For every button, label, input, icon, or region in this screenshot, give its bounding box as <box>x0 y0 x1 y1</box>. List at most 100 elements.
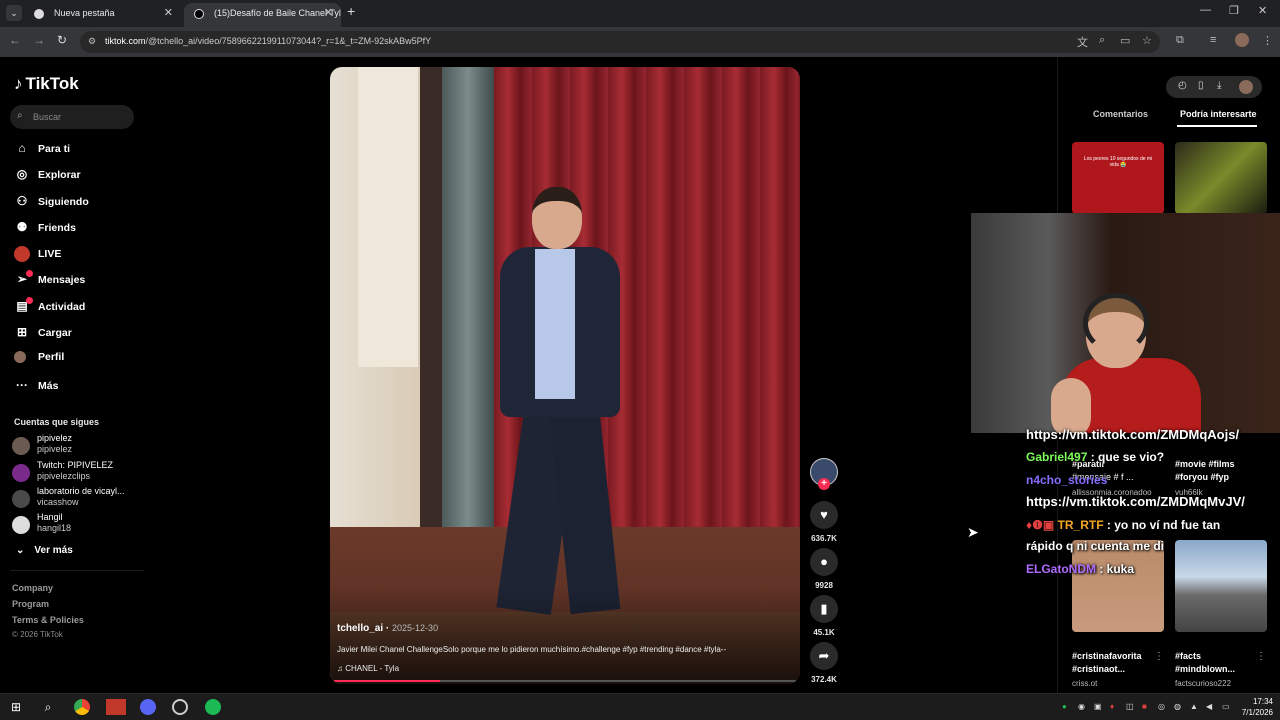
close-window-icon[interactable]: ✕ <box>1258 4 1267 17</box>
system-clock[interactable]: 17:34 7/1/2026 <box>1235 696 1273 718</box>
following-account[interactable]: Twitch: PIPIVELEZ pipivelezclips <box>12 460 152 486</box>
following-section-title: Cuentas que sigues <box>14 417 100 427</box>
app-icon[interactable] <box>106 699 126 715</box>
tab-comentarios[interactable]: Comentarios <box>1093 109 1148 119</box>
sidebar-item-cargar[interactable]: ⊞ Cargar <box>14 325 72 345</box>
avatar <box>12 464 30 482</box>
suggested-video-thumbnail[interactable] <box>1175 142 1267 214</box>
suggested-caption[interactable]: #movie #films <box>1175 458 1235 471</box>
tray-icon[interactable]: ◍ <box>1174 702 1181 711</box>
chrome-icon <box>34 9 44 19</box>
following-account[interactable]: pipivelez pipivelez <box>12 433 152 459</box>
close-tab-icon[interactable]: ✕ <box>324 3 333 24</box>
close-tab-icon[interactable]: ✕ <box>164 3 173 24</box>
phone-icon[interactable]: ▯ <box>1198 80 1204 91</box>
download-icon[interactable]: ⤓ <box>1217 80 1221 91</box>
sidebar-item-siguiendo[interactable]: ⚇ Siguiendo <box>14 194 89 214</box>
address-bar[interactable]: ⚙ tiktok.com/@tchello_ai/video/758966221… <box>80 31 1160 53</box>
speed-icon[interactable]: ◴ <box>1178 80 1187 91</box>
minimize-icon[interactable]: — <box>1200 4 1211 16</box>
more-options-icon[interactable]: ⋮ <box>1256 651 1266 662</box>
save-button[interactable]: ▮ <box>810 595 838 623</box>
tray-icon[interactable]: ▲ <box>1190 702 1198 711</box>
suggested-video-thumbnail[interactable]: Los peores 10 segundos de mi vida 😭 <box>1072 142 1164 214</box>
like-button[interactable]: ♥ <box>810 501 838 529</box>
extensions-icon[interactable]: ⧉ <box>1176 34 1184 47</box>
more-options-icon[interactable]: ⋮ <box>1154 651 1164 662</box>
chat-message: Gabriel497 : que se vio? <box>1026 450 1165 464</box>
restore-icon[interactable]: ❐ <box>1229 4 1239 17</box>
following-account[interactable]: Hangil hangil18 <box>12 512 152 538</box>
browser-tab-strip: ⌄ Nueva pestaña ✕ (15)Desafío de Baile C… <box>0 0 1280 27</box>
comment-button[interactable]: ● <box>810 548 838 576</box>
chrome-menu-icon[interactable]: ⋮ <box>1262 34 1273 47</box>
suggested-caption[interactable]: #foryou #fyp <box>1175 471 1229 484</box>
search-icon[interactable]: ⌕ <box>40 699 56 715</box>
share-button[interactable]: ➦ <box>810 642 838 670</box>
sidebar-item-friends[interactable]: ⚉ Friends <box>14 220 76 240</box>
forward-icon[interactable]: → <box>33 33 45 47</box>
player-tools: ◴ ▯ ⤓ <box>1166 76 1262 98</box>
translate-icon[interactable]: 文 <box>1077 34 1088 50</box>
video-player[interactable]: tchello_ai · 2025-12-30 Javier Milei Cha… <box>330 67 800 684</box>
site-info-icon[interactable]: ⚙ <box>88 36 96 47</box>
tray-icon[interactable]: ◫ <box>1126 702 1134 711</box>
tray-mic-icon[interactable]: ♦ <box>1110 702 1114 711</box>
reload-icon[interactable]: ↻ <box>57 33 67 47</box>
browser-tab-tiktok[interactable]: (15)Desafío de Baile Chanel Tyla ✕ <box>184 3 341 27</box>
video-progress-bar[interactable] <box>334 680 796 682</box>
spotify-icon[interactable] <box>205 699 221 715</box>
sidebar-item-live[interactable]: LIVE <box>14 246 61 266</box>
bookmark-star-icon[interactable]: ☆ <box>1142 34 1152 47</box>
sidebar-item-para-ti[interactable]: ⌂ Para ti <box>14 141 70 161</box>
tiktok-logo[interactable]: ♪ TikTok <box>14 74 79 94</box>
media-control-icon[interactable]: ≡ <box>1210 34 1216 46</box>
sidebar-item-explorar[interactable]: ◎ Explorar <box>14 167 81 187</box>
footer-link-terms[interactable]: Terms & Policies <box>12 615 84 625</box>
tab-podria-interesarte[interactable]: Podría interesarte <box>1180 109 1257 119</box>
suggested-video-thumbnail[interactable] <box>1175 540 1267 632</box>
zoom-icon[interactable]: ⌕ <box>1099 34 1105 47</box>
suggested-author[interactable]: factscurioso222 <box>1175 679 1231 688</box>
avatar[interactable] <box>1239 80 1253 94</box>
sidebar-item-perfil[interactable]: Perfil <box>14 351 64 371</box>
obs-icon[interactable] <box>172 699 188 715</box>
new-tab-button[interactable]: + <box>347 3 355 19</box>
save-count: 45.1K <box>813 628 835 637</box>
network-icon[interactable]: ▭ <box>1222 702 1230 711</box>
tab-search-button[interactable]: ⌄ <box>6 5 22 21</box>
suggested-caption[interactable]: #mindblown... <box>1175 663 1235 676</box>
following-account[interactable]: laboratorio de vicayl... vicasshow <box>12 486 152 512</box>
sidebar-item-mensajes[interactable]: ➢ Mensajes <box>14 270 85 292</box>
discord-icon[interactable] <box>140 699 156 715</box>
browser-tab-new-tab[interactable]: Nueva pestaña ✕ <box>24 3 181 27</box>
back-icon[interactable]: ← <box>9 33 21 47</box>
video-music[interactable]: ♫ CHANEL - Tyla <box>337 664 399 673</box>
tray-icon[interactable]: ◉ <box>1078 702 1085 711</box>
suggested-video-thumbnail[interactable] <box>1072 540 1164 632</box>
cast-icon[interactable]: ▭ <box>1120 34 1130 47</box>
mouse-cursor-icon: ➤ <box>967 524 979 540</box>
suggested-caption[interactable]: #cristinaot... <box>1072 663 1125 676</box>
tray-icon[interactable]: ▣ <box>1094 702 1102 711</box>
windows-start-icon[interactable]: ⊞ <box>8 699 24 715</box>
suggested-caption[interactable]: #cristinafavorita <box>1072 650 1142 663</box>
sidebar-item-mas[interactable]: ··· Más <box>14 378 58 398</box>
upload-icon: ⊞ <box>16 325 28 339</box>
suggested-author[interactable]: criss.ot <box>1072 679 1097 688</box>
footer-link-program[interactable]: Program <box>12 599 49 609</box>
footer-link-company[interactable]: Company <box>12 583 53 593</box>
sidebar-item-actividad[interactable]: ▤ Actividad <box>14 297 85 319</box>
chrome-icon[interactable] <box>74 699 90 715</box>
tiktok-favicon-icon <box>194 9 204 19</box>
tray-record-icon[interactable]: ■ <box>1142 702 1147 711</box>
tray-icon[interactable]: ◎ <box>1158 702 1165 711</box>
tray-spotify-icon[interactable]: ● <box>1062 702 1067 711</box>
profile-avatar[interactable] <box>1235 33 1249 47</box>
follow-plus-icon[interactable]: + <box>818 478 830 490</box>
video-author[interactable]: tchello_ai · 2025-12-30 <box>337 623 438 634</box>
see-more-button[interactable]: ⌄ Ver más <box>16 545 73 556</box>
suggested-caption[interactable]: #facts <box>1175 650 1201 663</box>
volume-icon[interactable]: ◀ <box>1206 702 1212 711</box>
search-input[interactable]: ⌕ Buscar <box>10 105 134 129</box>
